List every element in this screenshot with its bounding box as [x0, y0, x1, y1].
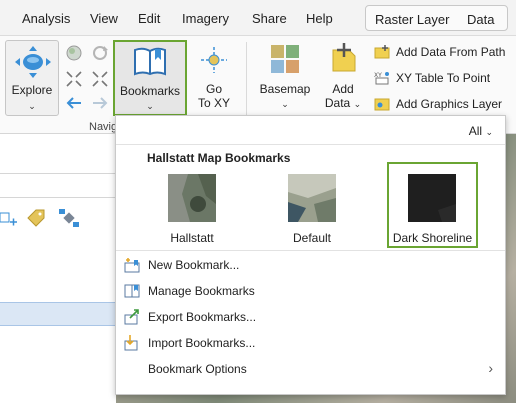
xy-table-to-point-label: XY Table To Point: [396, 71, 491, 85]
menu-edit[interactable]: Edit: [138, 11, 160, 26]
import-bookmarks-icon: [124, 335, 138, 351]
contents-pane: [0, 134, 116, 403]
add-data-from-path-label: Add Data From Path: [396, 45, 506, 59]
zoom-out-fixed-icon[interactable]: [91, 70, 109, 88]
pane-header: [0, 144, 116, 174]
dropdown-divider: [116, 250, 505, 251]
bookmark-gallery-title: Hallstatt Map Bookmarks: [147, 151, 291, 165]
manage-bookmarks-item[interactable]: Manage Bookmarks: [116, 278, 505, 304]
chevron-down-icon: ⌄: [28, 101, 36, 111]
previous-extent-icon[interactable]: [91, 44, 109, 62]
import-bookmarks-item[interactable]: Import Bookmarks...: [116, 330, 505, 356]
chevron-down-icon: ⌄: [146, 101, 154, 111]
contextual-tabs: Raster Layer Data: [365, 5, 508, 31]
data-label-text: Data: [324, 96, 351, 110]
chevron-down-icon: ⌄: [485, 127, 493, 137]
new-bookmark-icon: [124, 258, 140, 273]
add-data-icon: [332, 43, 356, 72]
add-data-button[interactable]: Add Data ⌄: [320, 40, 368, 116]
bookmark-label: Hallstatt: [170, 231, 214, 245]
menu-item-label: Manage Bookmarks: [148, 284, 255, 298]
satellite-icon[interactable]: [58, 208, 80, 228]
add-graphics-layer-button[interactable]: Add Graphics Layer: [374, 96, 514, 114]
navigate-group-label: Navig: [89, 121, 118, 133]
bookmarks-button[interactable]: Bookmarks ⌄: [113, 40, 187, 116]
bookmark-thumbnail: [168, 174, 216, 222]
xy-table-icon: XY: [374, 72, 389, 85]
menu-analysis[interactable]: Analysis: [22, 11, 70, 26]
go-to-label: Go: [205, 82, 222, 96]
go-to-xy-button[interactable]: Go To XY: [192, 40, 236, 116]
basemap-label: Basemap: [259, 82, 311, 96]
explore-icon: [15, 46, 51, 78]
add-data-from-path-button[interactable]: Add Data From Path: [374, 44, 514, 62]
export-bookmarks-icon: [124, 309, 139, 325]
add-data-from-path-icon: [374, 45, 390, 59]
bookmarks-icon: [134, 47, 166, 76]
menu-share[interactable]: Share: [252, 11, 287, 26]
basemap-button[interactable]: Basemap ⌄: [256, 40, 314, 116]
explore-button[interactable]: Explore ⌄: [5, 40, 59, 116]
back-arrow-icon[interactable]: [65, 96, 83, 110]
label-tag-icon[interactable]: [26, 208, 46, 228]
full-extent-icon[interactable]: [65, 44, 83, 62]
chevron-down-icon: ⌄: [281, 99, 289, 109]
export-bookmarks-item[interactable]: Export Bookmarks...: [116, 304, 505, 330]
add-graphics-layer-label: Add Graphics Layer: [396, 97, 503, 111]
menu-item-label: Export Bookmarks...: [148, 310, 257, 324]
selected-layer-row[interactable]: [0, 302, 116, 326]
explore-label: Explore: [11, 83, 53, 97]
menu-item-label: Import Bookmarks...: [148, 336, 256, 350]
bookmarks-dropdown: All ⌄ Hallstatt Map Bookmarks Hallstatt …: [115, 115, 506, 395]
pane-search-row: [0, 174, 116, 198]
add-label: Add: [332, 82, 354, 96]
menu-bar: Analysis View Edit Imagery Share Help Ra…: [0, 0, 516, 36]
bookmark-thumbnail: [408, 174, 456, 222]
chevron-right-icon: ›: [488, 360, 493, 376]
to-xy-label: To XY: [197, 96, 230, 110]
menu-item-label: Bookmark Options: [148, 362, 247, 376]
menu-view[interactable]: View: [90, 11, 118, 26]
menu-item-label: New Bookmark...: [148, 258, 240, 272]
basemap-icon: [271, 45, 299, 73]
bookmark-hallstatt[interactable]: Hallstatt: [143, 174, 241, 248]
menu-imagery[interactable]: Imagery: [182, 11, 229, 26]
new-bookmark-item[interactable]: New Bookmark...: [116, 252, 505, 278]
graphics-layer-icon: [374, 98, 390, 111]
ribbon-separator: [246, 42, 247, 126]
tab-data[interactable]: Data: [467, 12, 494, 27]
menu-help[interactable]: Help: [306, 11, 333, 26]
xy-table-to-point-button[interactable]: XY XY Table To Point: [374, 70, 514, 88]
bookmark-label: Dark Shoreline: [392, 231, 473, 245]
bookmark-label: Default: [292, 231, 332, 245]
filter-value: All: [468, 124, 483, 138]
filter-dropdown[interactable]: All ⌄: [469, 124, 493, 138]
bookmark-options-item[interactable]: Bookmark Options ›: [116, 356, 505, 382]
data-label: Data ⌄: [324, 96, 362, 110]
tab-raster-layer[interactable]: Raster Layer: [375, 12, 449, 27]
bookmarks-label: Bookmarks: [119, 84, 181, 98]
add-layer-icon[interactable]: [0, 210, 18, 228]
bookmark-dark-shoreline[interactable]: Dark Shoreline: [387, 162, 478, 248]
bookmark-default[interactable]: Default: [263, 174, 361, 248]
zoom-in-fixed-icon[interactable]: [65, 70, 83, 88]
go-to-xy-icon: [201, 47, 227, 73]
bookmark-thumbnail: [288, 174, 336, 222]
manage-bookmarks-icon: [124, 284, 140, 298]
dropdown-divider: [116, 144, 505, 145]
forward-arrow-icon[interactable]: [91, 96, 109, 110]
